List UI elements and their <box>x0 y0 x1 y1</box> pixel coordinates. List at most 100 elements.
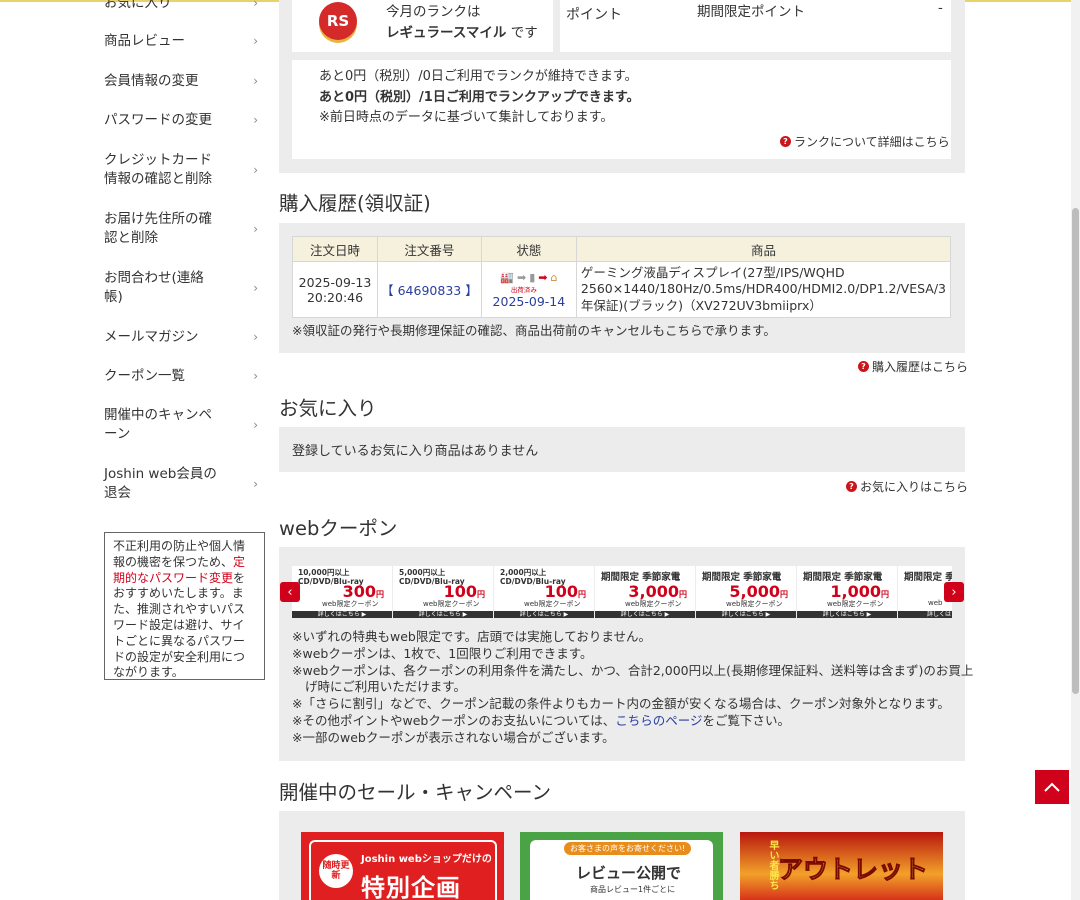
chevron-right-icon: › <box>253 476 258 491</box>
coupon-card[interactable]: 期間限定 季節家電 5,000円 web限定クーポン 詳しくはこちら ▶ <box>696 566 796 618</box>
sidebar-item[interactable]: 会員情報の変更 › <box>104 72 260 91</box>
col-product: 商品 <box>575 236 952 262</box>
info-icon: ? <box>846 481 857 492</box>
chevron-right-icon: › <box>253 0 258 10</box>
point-label: ポイント <box>566 7 622 23</box>
chevron-right-icon: › <box>253 280 258 295</box>
rank-detail-link[interactable]: ? ランクについて詳細はこちら <box>780 133 950 150</box>
sidebar-item[interactable]: 商品レビュー › <box>104 32 260 51</box>
chevron-left-icon: ‹ <box>287 584 293 600</box>
coupon-detail-button[interactable]: 詳しくはこちら ▶ <box>292 611 392 618</box>
sidebar-item[interactable]: メールマガジン › <box>104 328 260 347</box>
chevron-right-icon: › <box>253 330 258 344</box>
chevron-right-icon: › <box>951 584 957 600</box>
chevron-up-icon <box>1044 782 1060 792</box>
package-icon: ▮ <box>529 270 536 284</box>
coupon-tag: web限定クーポン <box>423 600 480 608</box>
shipping-status: 🏭 ➡ ▮ ➡ ⌂ 出荷済み 2025-09-14 <box>480 261 577 318</box>
chevron-right-icon: › <box>253 113 258 127</box>
chevron-right-icon: › <box>253 369 258 383</box>
table-row: 2025-09-13 20:20:46 【 64690833 】 🏭 ➡ ▮ ➡ ⌂ 出荷… <box>291 261 952 318</box>
sales-campaign-title: 開催中のセール・キャンペーン <box>279 781 552 804</box>
history-note: ※領収証の発行や長期修理保証の確認、商品出荷前のキャンセルもこちらで承ります。 <box>292 323 776 338</box>
favorites-title: お気に入り <box>279 397 377 420</box>
sidebar-item-label: 開催中のキャンペ ーン <box>104 407 212 442</box>
coupon-card[interactable]: 10,000円以上 CD/DVD/Blu-ray 300円 web限定クーポン 詳しく… <box>292 566 392 618</box>
sidebar-item[interactable]: クーポン一覧 › <box>104 367 260 386</box>
sidebar-item[interactable]: お届け先住所の確 認と削除 › <box>104 210 260 248</box>
rank-info: あと0円（税別）/0日ご利用でランクが維持できます。 あと0円（税別）/1日ご利… <box>319 69 640 125</box>
col-order-date: 注文日時 <box>291 236 379 262</box>
sidebar-item-label: クレジットカード 情報の確認と削除 <box>104 152 212 187</box>
sidebar-item[interactable]: クレジットカード 情報の確認と削除 › <box>104 151 260 189</box>
order-number-link[interactable]: 【 64690833 】 <box>381 283 478 298</box>
chevron-right-icon: › <box>253 417 258 432</box>
coupon-tag: web限定クーポン <box>726 600 783 608</box>
coupon-tag: web限定クーポン <box>322 600 379 608</box>
sidebar-item[interactable]: Joshin web会員の 退会 › <box>104 465 260 503</box>
rank-text: 今月のランクは レギュラースマイル です <box>386 4 538 41</box>
order-datetime: 2025-09-13 20:20:46 <box>291 261 379 318</box>
coupon-tag: web限定クーポン <box>625 600 682 608</box>
coupon-detail-button[interactable]: 詳しくはこちら ▶ <box>494 611 594 618</box>
scrollbar[interactable] <box>1071 0 1080 900</box>
sidebar-item-label: お問合わせ(連絡 帳) <box>104 270 204 305</box>
rank-badge: RS <box>319 2 357 40</box>
purchase-history-title: 購入履歴(領収証) <box>279 192 431 215</box>
sidebar-item-label: クーポン一覧 <box>104 368 185 384</box>
star-icon: ☆ <box>696 838 709 854</box>
sidebar-item-label: メールマガジン <box>104 329 199 345</box>
scrollbar-thumb[interactable] <box>1072 208 1079 694</box>
favorites-empty-message: 登録しているお気に入り商品はありません <box>292 444 539 459</box>
sidebar-item[interactable]: お問合わせ(連絡 帳) › <box>104 269 260 307</box>
favorites-link[interactable]: ? お気に入りはこちら <box>846 478 968 495</box>
coupon-card[interactable]: 期間限定 季節家電 1,000円 web限定クーポン 詳しくはこちら ▶ <box>797 566 897 618</box>
coupon-detail-button[interactable]: 詳しくはこちら ▶ <box>393 611 493 618</box>
factory-icon: 🏭 <box>500 270 514 284</box>
special-project-banner[interactable]: Joshin webショップだけの 特別企画 随時更新 <box>301 832 504 900</box>
sidebar-item-label: 会員情報の変更 <box>104 73 199 89</box>
coupon-card[interactable]: 5,000円以上 CD/DVD/Blu-ray 100円 web限定クーポン 詳しくは… <box>393 566 493 618</box>
arrow-icon: ➡ <box>516 270 527 284</box>
coupon-notes: ※いずれの特典もweb限定です。店頭では実施しておりません。 ※webクーポンは… <box>292 629 974 745</box>
sidebar-item-label: Joshin web会員の 退会 <box>104 466 217 501</box>
password-notice: 不正利用の防止や個人情報の機密を保つため、定期的なパスワード変更をおすすめいたし… <box>104 532 265 680</box>
coupon-detail-button[interactable]: 詳しくはこちら ▶ <box>797 611 897 618</box>
product-name: ゲーミング液晶ディスプレイ(27型/IPS/WQHD 2560×1440/180… <box>575 261 952 318</box>
coupon-tag: web限定クーポン <box>827 600 884 608</box>
coupon-card[interactable]: 2,000円以上 CD/DVD/Blu-ray 100円 web限定クーポン 詳しくは… <box>494 566 594 618</box>
house-icon: ⌂ <box>550 270 558 284</box>
coupon-condition: 期間限定 季節家電 <box>601 572 681 583</box>
sidebar-item-label: パスワードの変更 <box>104 112 212 128</box>
coupon-detail-button[interactable]: 詳しくはこちら <box>898 611 952 618</box>
sidebar-item[interactable]: 開催中のキャンペ ーン › <box>104 406 260 444</box>
limited-point-value: - <box>938 0 943 16</box>
chevron-right-icon: › <box>253 162 258 177</box>
chevron-right-icon: › <box>253 34 258 48</box>
carousel-prev-button[interactable]: ‹ <box>280 582 300 602</box>
web-coupon-title: webクーポン <box>279 517 398 540</box>
coupon-card[interactable]: 期間限定 季節家電 3,000円 web限定クーポン 詳しくはこちら ▶ <box>595 566 695 618</box>
review-campaign-banner[interactable]: お客さまの声をお寄せください! レビュー公開で 商品レビュー1件ごとに ☆ <box>520 832 723 900</box>
outlet-banner[interactable]: 早い者勝ち アウトレット <box>740 832 943 900</box>
scroll-to-top-button[interactable] <box>1035 770 1069 804</box>
purchase-history-link[interactable]: ? 購入履歴はこちら <box>858 358 968 375</box>
coupon-payment-page-link[interactable]: こちらのページ <box>615 713 702 728</box>
coupon-detail-button[interactable]: 詳しくはこちら ▶ <box>595 611 695 618</box>
sidebar-item[interactable]: パスワードの変更 › <box>104 111 260 130</box>
coupon-condition: 期間限定 季 <box>904 572 952 583</box>
chevron-right-icon: › <box>253 221 258 236</box>
coupon-condition: 期間限定 季節家電 <box>702 572 782 583</box>
coupon-tag: web <box>928 599 943 607</box>
arrow-active-icon: ➡ <box>538 270 548 284</box>
info-icon: ? <box>780 136 791 147</box>
coupon-carousel: 10,000円以上 CD/DVD/Blu-ray 300円 web限定クーポン 詳しく… <box>292 566 952 618</box>
coupon-condition: 期間限定 季節家電 <box>803 572 883 583</box>
coupon-tag: web限定クーポン <box>524 600 581 608</box>
sidebar-item-label: お気に入り <box>104 0 172 11</box>
coupon-detail-button[interactable]: 詳しくはこちら ▶ <box>696 611 796 618</box>
col-order-number: 注文番号 <box>377 236 482 262</box>
col-status: 状態 <box>480 236 577 262</box>
sidebar-item[interactable]: お気に入り › <box>104 0 260 13</box>
carousel-next-button[interactable]: › <box>944 582 964 602</box>
